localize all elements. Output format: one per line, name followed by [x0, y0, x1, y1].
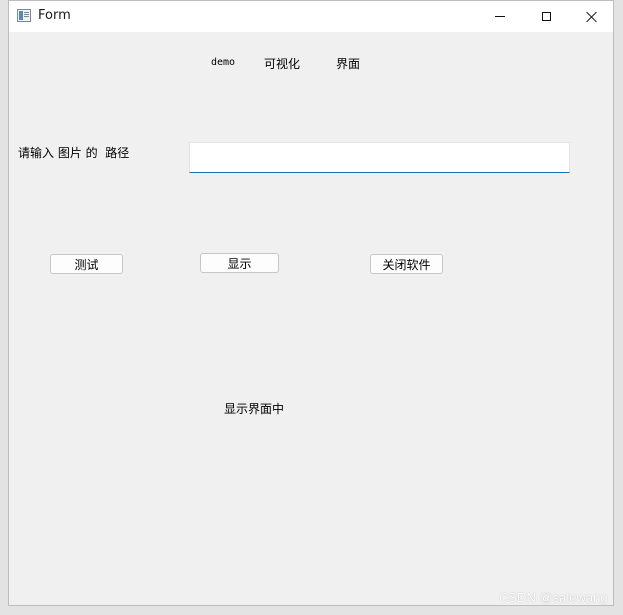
header-demo-label: demo [211, 57, 236, 68]
maximize-button[interactable] [523, 1, 569, 32]
maximize-icon [541, 12, 551, 21]
form-window: Form demo 可视化 界面 请输入 图片 的 路径 测试 显示 关闭软件 … [8, 0, 614, 606]
form-window-icon [17, 9, 31, 22]
watermark: CSDN @salewang [499, 590, 608, 605]
title-bar[interactable]: Form [9, 1, 613, 32]
header-interface-label: 界面 [336, 57, 361, 71]
close-icon [586, 11, 598, 23]
close-window-button[interactable] [569, 1, 615, 32]
test-button[interactable]: 测试 [50, 254, 123, 274]
show-button[interactable]: 显示 [200, 253, 279, 273]
close-software-button[interactable]: 关闭软件 [370, 254, 443, 274]
path-input[interactable] [189, 142, 570, 173]
header-visual-label: 可视化 [264, 57, 301, 71]
path-label: 请输入 图片 的 路径 [18, 146, 130, 160]
minimize-button[interactable] [477, 1, 523, 32]
display-area-label: 显示界面中 [224, 402, 285, 416]
window-title: Form [38, 8, 71, 23]
minimize-icon [495, 16, 505, 17]
